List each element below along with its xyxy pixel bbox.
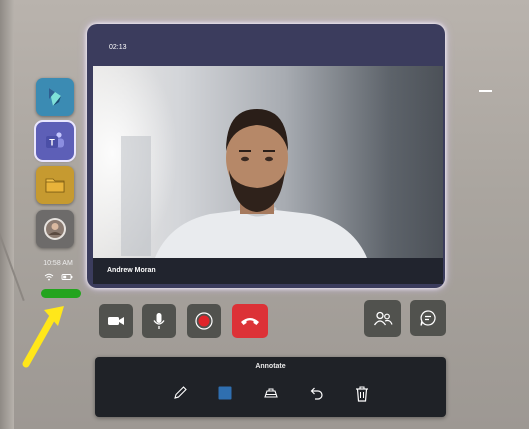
battery-icon — [61, 274, 73, 280]
trash-icon — [356, 385, 368, 402]
participants-icon — [373, 311, 393, 325]
teams-icon: T — [46, 132, 64, 148]
undo-button[interactable] — [307, 384, 325, 402]
end-call-button[interactable] — [232, 304, 268, 338]
camera-button[interactable] — [99, 304, 133, 338]
dynamics-icon — [49, 88, 61, 106]
video-call-window: 02:13 Andrew Moran — [87, 24, 445, 288]
microphone-icon — [153, 313, 165, 329]
status-icons — [44, 273, 73, 281]
pointer-arrow-icon — [22, 306, 64, 368]
window-dash — [479, 90, 492, 92]
person-video-image — [93, 66, 374, 284]
wifi-icon — [44, 273, 54, 281]
profile-button[interactable] — [36, 210, 74, 248]
caller-name: Andrew Moran — [107, 267, 156, 274]
caller-name-bar: Andrew Moran — [93, 258, 443, 284]
color-swatch-button[interactable] — [216, 384, 234, 402]
chat-icon — [420, 310, 436, 326]
participants-button[interactable] — [364, 300, 401, 337]
avatar-icon — [44, 218, 66, 240]
eraser-icon — [264, 388, 278, 398]
color-swatch — [218, 386, 232, 400]
delete-button[interactable] — [353, 384, 371, 402]
svg-text:T: T — [49, 138, 55, 148]
eraser-tool-button[interactable] — [262, 384, 280, 402]
hang-up-icon — [241, 318, 259, 325]
camera-icon — [108, 317, 124, 325]
call-timer: 02:13 — [109, 44, 127, 51]
pen-tool-button[interactable] — [171, 384, 189, 402]
dynamics-guides-button[interactable] — [36, 78, 74, 116]
microphone-button[interactable] — [142, 304, 176, 338]
undo-icon — [310, 387, 323, 400]
pen-icon — [174, 386, 187, 399]
clock-time: 10:58 AM — [43, 260, 73, 267]
status-indicator-pill — [41, 289, 81, 298]
record-icon — [195, 312, 213, 330]
teams-app-button[interactable]: T — [34, 120, 76, 162]
wall-edge — [0, 0, 14, 429]
folder-icon — [45, 178, 65, 193]
annotate-title: Annotate — [255, 363, 286, 370]
remote-video-feed[interactable]: Andrew Moran — [93, 66, 443, 284]
annotate-toolbar: Annotate — [95, 357, 446, 417]
record-button[interactable] — [187, 304, 221, 338]
app-rail: T 10:58 AM — [28, 70, 88, 305]
chat-button[interactable] — [410, 300, 446, 336]
files-app-button[interactable] — [36, 166, 74, 204]
